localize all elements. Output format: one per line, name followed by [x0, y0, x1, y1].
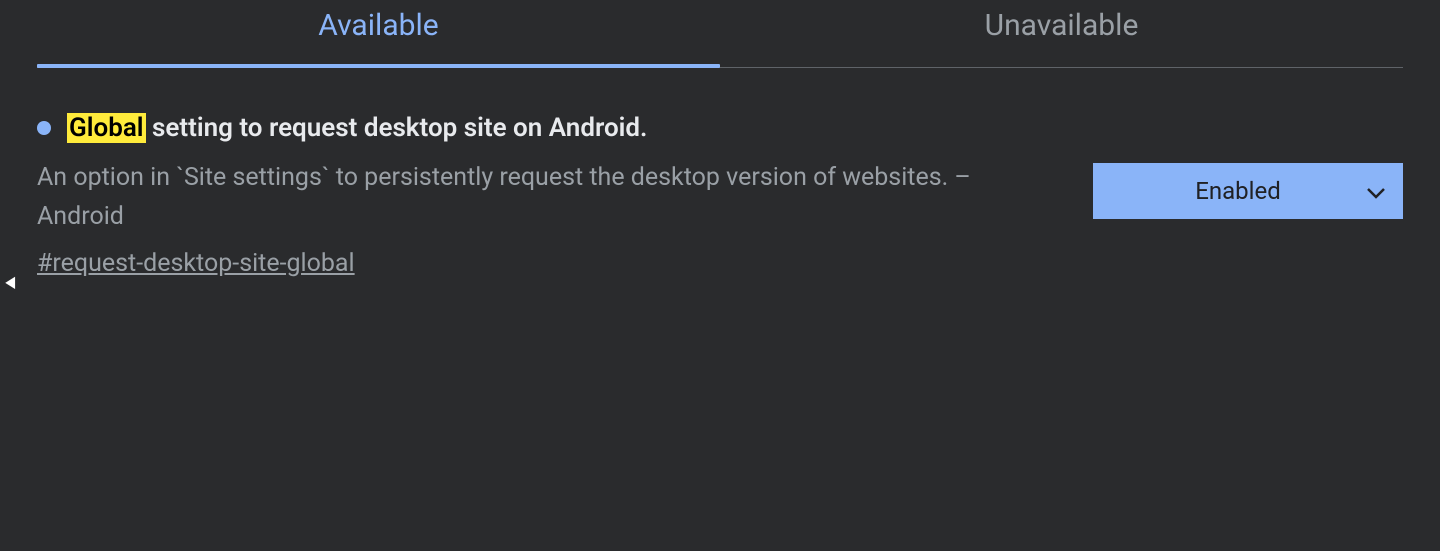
- flag-hash-link[interactable]: #request-desktop-site-global: [37, 249, 355, 278]
- status-dot-icon: [37, 121, 51, 135]
- flag-row: Global setting to request desktop site o…: [37, 113, 1403, 278]
- chevron-down-icon: [1367, 177, 1385, 205]
- tab-unavailable-label: Unavailable: [985, 8, 1139, 43]
- tabs-bar: Available Unavailable: [37, 0, 1403, 68]
- flag-state-dropdown[interactable]: Enabled: [1093, 163, 1403, 219]
- flag-title: Global setting to request desktop site o…: [37, 113, 1053, 143]
- flag-title-text: Global setting to request desktop site o…: [67, 113, 647, 143]
- flag-text: Global setting to request desktop site o…: [37, 113, 1053, 278]
- flags-content: Global setting to request desktop site o…: [0, 68, 1440, 278]
- nav-arrow-left-icon[interactable]: ◀: [5, 272, 15, 291]
- flag-title-rest: setting to request desktop site on Andro…: [146, 113, 648, 143]
- flag-description: An option in `Site settings` to persiste…: [37, 159, 1053, 237]
- tab-available-label: Available: [318, 8, 438, 43]
- dropdown-selected-label: Enabled: [1123, 177, 1353, 205]
- tab-unavailable[interactable]: Unavailable: [720, 0, 1403, 67]
- tab-available[interactable]: Available: [37, 0, 720, 67]
- search-highlight: Global: [67, 113, 146, 143]
